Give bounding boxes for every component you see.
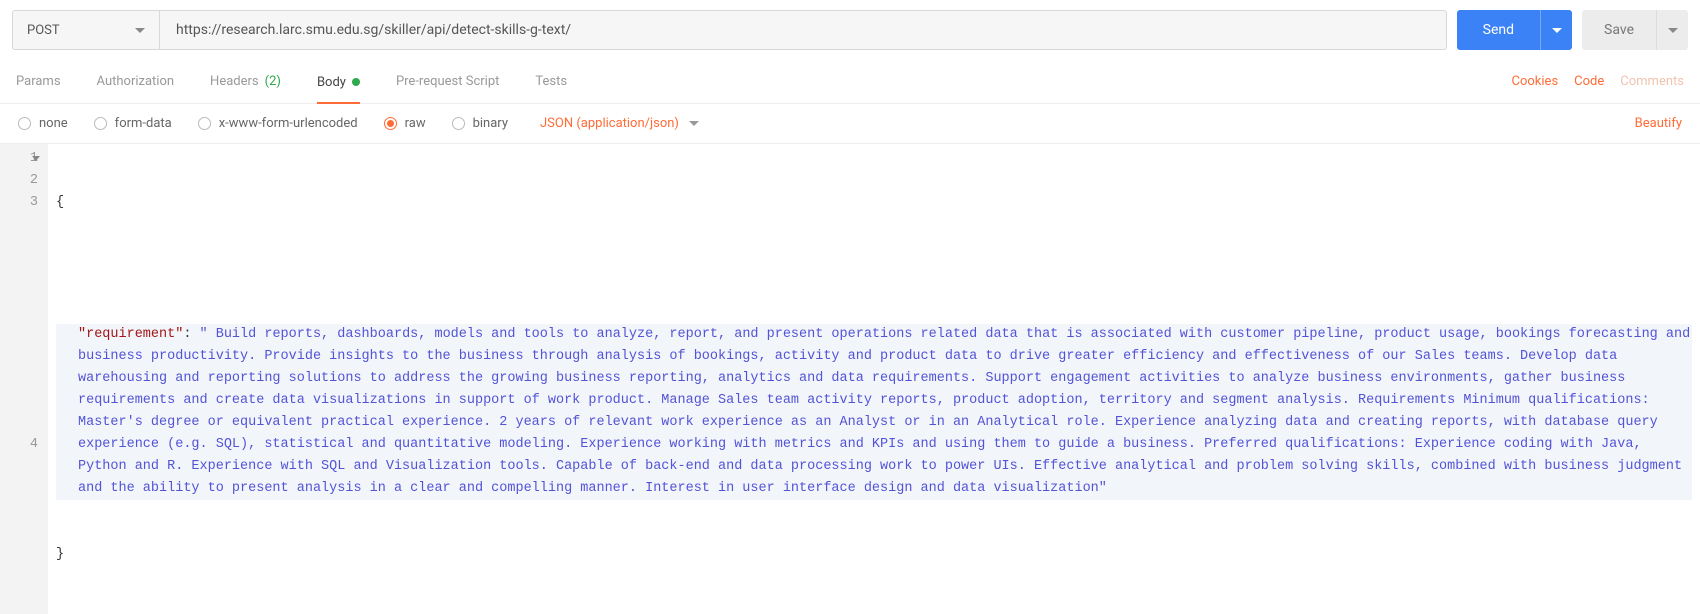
radio-icon [452,117,465,130]
code-area[interactable]: { "requirement": " Build reports, dashbo… [48,144,1700,614]
json-editor[interactable]: 1 2 3 4 { "requirement": " Build reports… [0,144,1700,614]
radio-urlencoded[interactable]: x-www-form-urlencoded [198,116,358,131]
radio-icon [384,117,397,130]
comments-link[interactable]: Comments [1620,74,1684,89]
fold-icon[interactable] [32,156,40,161]
send-button[interactable]: Send [1457,10,1540,50]
tab-body[interactable]: Body [317,60,360,104]
line-gutter: 1 2 3 4 [0,144,48,614]
http-method-label: POST [27,23,60,38]
gutter-line: 3 [0,192,38,214]
json-string-value: " Build reports, dashboards, models and … [78,327,1698,496]
request-bar: POST https://research.larc.smu.edu.sg/sk… [0,0,1700,60]
code-line-1: { [56,192,1692,214]
tabs-left: Params Authorization Headers (2) Body Pr… [16,60,567,103]
url-text: https://research.larc.smu.edu.sg/skiller… [176,22,571,38]
code-link[interactable]: Code [1574,74,1604,89]
tab-headers[interactable]: Headers (2) [210,60,281,103]
url-input[interactable]: https://research.larc.smu.edu.sg/skiller… [160,10,1447,50]
save-button[interactable]: Save [1582,10,1656,50]
gutter-line: 1 [0,148,38,170]
radio-raw[interactable]: raw [384,116,426,131]
code-line-2 [56,258,1692,280]
tab-params[interactable]: Params [16,60,61,103]
chevron-down-icon [1552,28,1562,33]
cookies-link[interactable]: Cookies [1512,74,1559,89]
radio-icon [198,117,211,130]
radio-none[interactable]: none [18,116,68,131]
content-type-label: JSON (application/json) [540,116,679,131]
save-dropdown-button[interactable] [1656,10,1688,50]
tabs-right: Cookies Code Comments [1512,74,1684,89]
headers-count: (2) [265,74,281,89]
radio-icon [94,117,107,130]
radio-icon [18,117,31,130]
radio-binary[interactable]: binary [452,116,508,131]
send-dropdown-button[interactable] [1540,10,1572,50]
tab-prerequest[interactable]: Pre-request Script [396,60,499,103]
send-group: Send [1457,10,1572,50]
gutter-line: 2 [0,170,38,192]
chevron-down-icon [1668,28,1678,33]
json-key: "requirement" [78,327,183,342]
code-line-4: } [56,544,1692,566]
chevron-down-icon [689,121,699,126]
code-line-3: "requirement": " Build reports, dashboar… [56,324,1692,500]
tab-authorization[interactable]: Authorization [97,60,175,103]
http-method-select[interactable]: POST [12,10,160,50]
active-dot-icon [352,78,360,86]
save-group: Save [1582,10,1688,50]
beautify-link[interactable]: Beautify [1635,116,1682,131]
request-tabs: Params Authorization Headers (2) Body Pr… [0,60,1700,104]
body-type-row: none form-data x-www-form-urlencoded raw… [0,104,1700,144]
gutter-line: 4 [0,214,38,456]
radio-form-data[interactable]: form-data [94,116,172,131]
tab-tests[interactable]: Tests [535,60,567,103]
content-type-select[interactable]: JSON (application/json) [540,116,699,131]
chevron-down-icon [135,28,145,33]
